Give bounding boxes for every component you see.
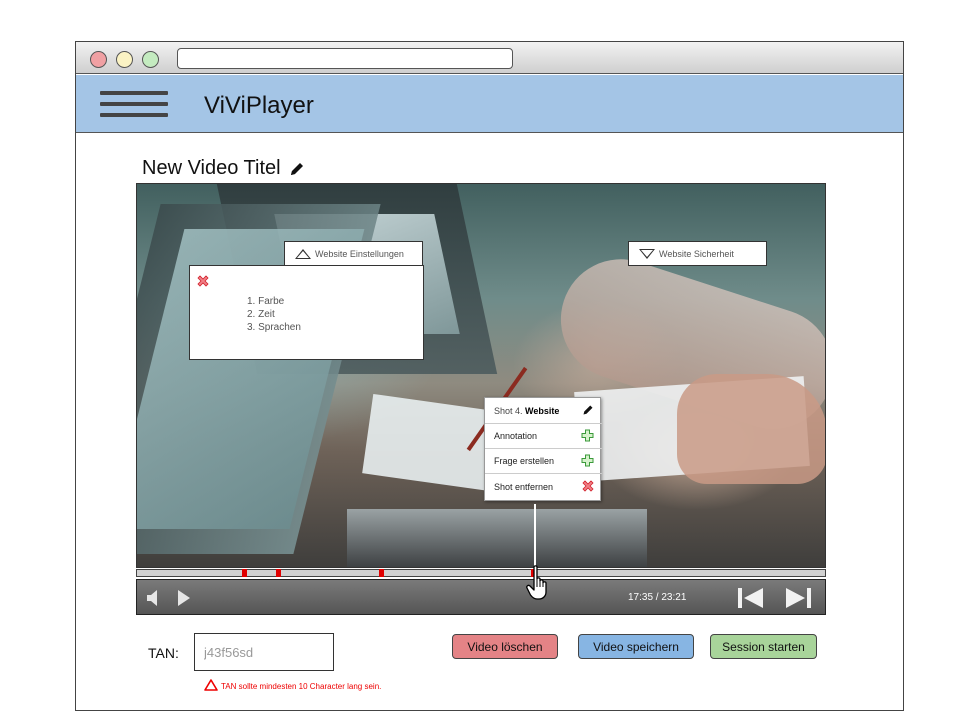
skip-previous-icon[interactable] (738, 588, 764, 613)
shot-menu-item-frage[interactable]: Frage erstellen (485, 449, 602, 474)
tan-warning: TAN sollte mindesten 10 Character lang s… (204, 679, 381, 693)
minimize-window-button[interactable] (116, 51, 133, 68)
timeline-shot-marker[interactable] (242, 569, 247, 577)
close-window-button[interactable] (90, 51, 107, 68)
browser-titlebar (76, 42, 903, 74)
hand-cursor-icon (526, 565, 552, 606)
settings-panel: 1. Farbe 2. Zeit 3. Sprachen (189, 265, 424, 360)
start-session-button[interactable]: Session starten (710, 634, 817, 659)
settings-list: 1. Farbe 2. Zeit 3. Sprachen (247, 295, 301, 334)
shot-number: Shot 4. (494, 405, 523, 416)
shot-menu-item-annotation[interactable]: Annotation (485, 424, 602, 449)
warning-triangle-icon (204, 679, 218, 693)
shot-menu-item-label: Frage erstellen (494, 456, 555, 466)
app-title: ViViPlayer (204, 92, 314, 119)
website-sicherheit-dropdown[interactable]: Website Sicherheit (628, 241, 767, 266)
timeline-track[interactable] (136, 569, 826, 577)
shot-name: Website (525, 405, 560, 416)
app-header: ViViPlayer (76, 75, 903, 133)
edit-shot-pencil-icon[interactable] (582, 404, 594, 418)
plus-icon[interactable] (581, 429, 594, 444)
tan-label: TAN: (148, 645, 179, 661)
shot-context-menu: Shot 4. Website Annotation Frage erstell… (484, 397, 602, 501)
play-icon[interactable] (177, 589, 191, 612)
tan-input[interactable] (194, 633, 334, 671)
save-video-button[interactable]: Video speichern (578, 634, 694, 659)
shot-menu-item-label: Annotation (494, 431, 538, 441)
shot-menu-item-entfernen[interactable]: Shot entfernen (485, 474, 602, 499)
video-title-text: New Video Titel (142, 157, 281, 179)
edit-title-pencil-icon[interactable] (289, 161, 305, 177)
sicherheit-label: Website Sicherheit (659, 249, 734, 259)
shot-menu-header: Shot 4. Website (485, 398, 602, 424)
skip-next-icon[interactable] (785, 588, 811, 613)
timeline-shot-marker[interactable] (379, 569, 384, 577)
address-bar[interactable] (177, 48, 513, 69)
shot-menu-item-label: Shot entfernen (494, 481, 554, 492)
video-title: New Video Titel (142, 157, 305, 180)
settings-item[interactable]: 2. Zeit (247, 308, 301, 321)
settings-item[interactable]: 3. Sprachen (247, 321, 301, 334)
delete-video-button[interactable]: Video löschen (452, 634, 558, 659)
time-display: 17:35 / 23:21 (628, 592, 687, 603)
video-frame[interactable]: Website Einstellungen 1. Farbe 2. Zeit 3… (136, 183, 826, 568)
browser-window: ViViPlayer New Video Titel Website Einst… (75, 41, 904, 711)
player-controls: 17:35 / 23:21 (136, 579, 826, 615)
close-icon[interactable] (582, 479, 594, 494)
triangle-up-icon (295, 249, 311, 259)
volume-icon[interactable] (146, 590, 164, 611)
tan-warning-text: TAN sollte mindesten 10 Character lang s… (221, 681, 382, 691)
timeline-shot-marker[interactable] (276, 569, 281, 577)
plus-icon[interactable] (581, 454, 594, 469)
shot-connector-line (534, 504, 536, 574)
settings-item[interactable]: 1. Farbe (247, 295, 301, 308)
website-einstellungen-dropdown[interactable]: Website Einstellungen (284, 241, 423, 266)
maximize-window-button[interactable] (142, 51, 159, 68)
einstellungen-label: Website Einstellungen (315, 249, 404, 259)
close-icon[interactable] (197, 274, 209, 292)
triangle-down-icon (639, 249, 655, 259)
hamburger-menu-icon[interactable] (100, 91, 168, 119)
